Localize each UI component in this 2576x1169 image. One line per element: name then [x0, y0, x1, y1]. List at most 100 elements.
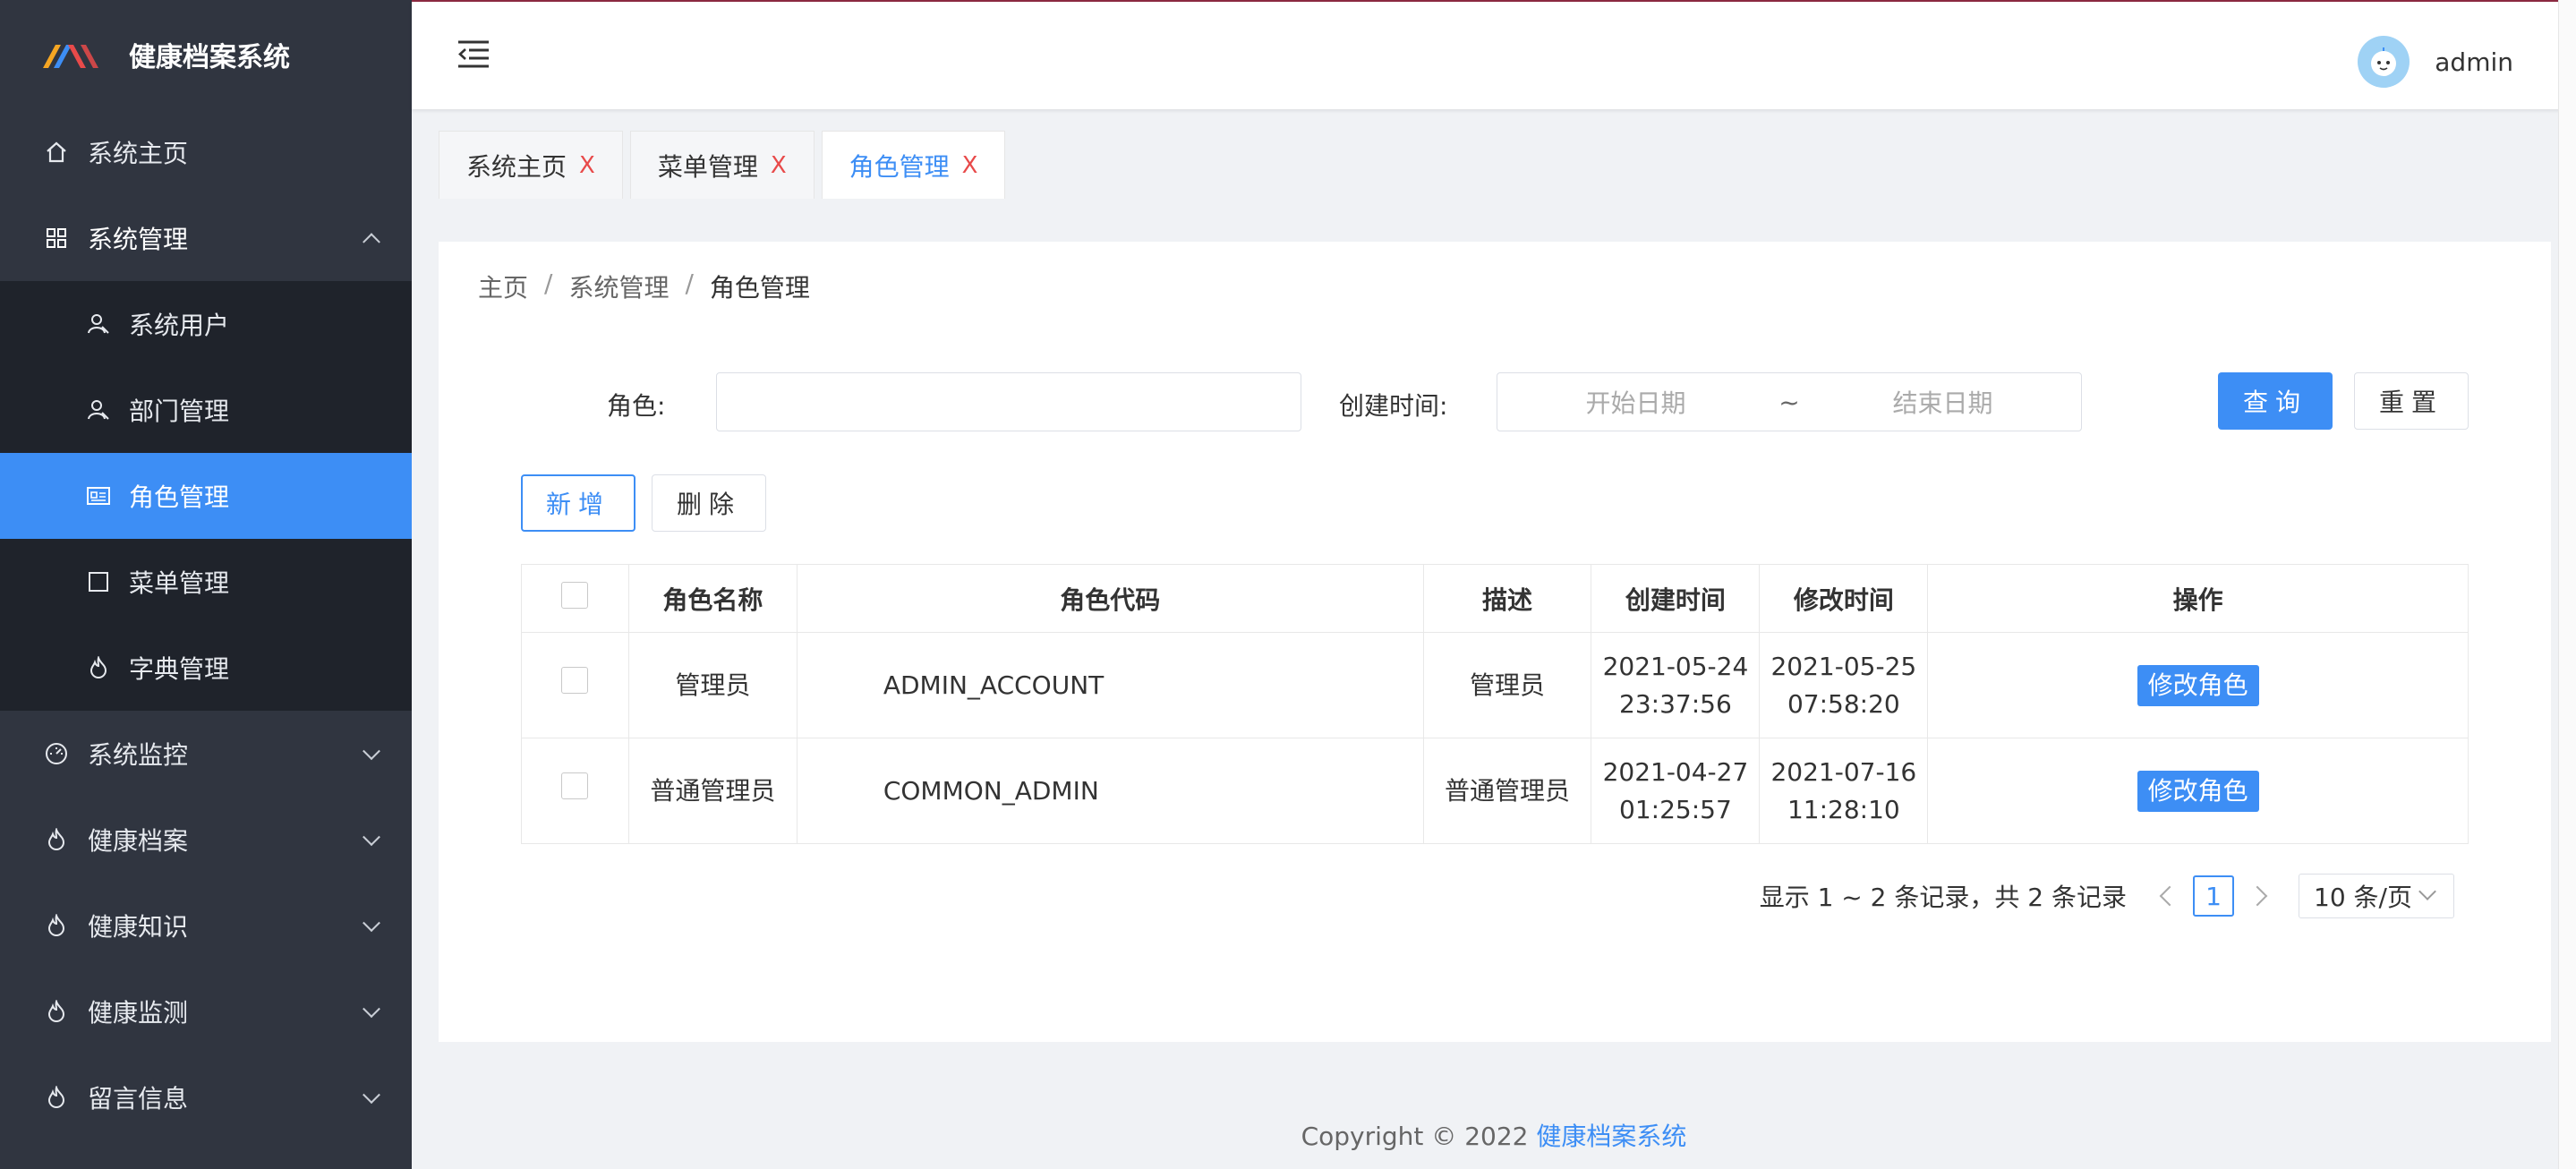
flame-icon: [43, 826, 70, 853]
footer: Copyright © 2022 健康档案系统: [412, 1117, 2576, 1153]
sidebar-item-system-management[interactable]: 系统管理: [0, 195, 412, 281]
column-header: 角色名称: [627, 564, 798, 633]
footer-brand-link[interactable]: 健康档案系统: [1536, 1122, 1686, 1151]
flame-icon: [43, 912, 70, 939]
row-checkbox[interactable]: [561, 772, 589, 799]
close-icon[interactable]: X: [771, 152, 787, 179]
role-input[interactable]: [716, 372, 1301, 431]
breadcrumb-home[interactable]: 主页: [478, 269, 528, 304]
collapse-menu-icon[interactable]: [456, 39, 490, 70]
avatar[interactable]: [2358, 36, 2410, 88]
sidebar-item-label: 系统监控: [88, 740, 189, 770]
sidebar-item-health-knowledge[interactable]: 健康知识: [0, 883, 412, 968]
role-code-cell: ADMIN_ACCOUNT: [796, 632, 1424, 738]
flame-icon: [86, 655, 111, 680]
tab-roles[interactable]: 角色管理 X: [821, 131, 1006, 199]
tab-label: 菜单管理: [657, 151, 758, 182]
role-code-cell: COMMON_ADMIN: [796, 738, 1424, 844]
page-size-value: 10 条/页: [2314, 883, 2412, 912]
main-card: 主页 / 系统管理 / 角色管理 角色: 创建时间: 开始日期 ~ 结束日期 查…: [439, 242, 2551, 1042]
sidebar-item-departments[interactable]: 部门管理: [0, 367, 412, 453]
chevron-left-icon[interactable]: [2159, 885, 2180, 907]
chevron-down-icon: [363, 1000, 380, 1019]
role-name-cell: 管理员: [627, 632, 798, 738]
tab-menus[interactable]: 菜单管理 X: [629, 131, 815, 199]
close-icon[interactable]: X: [962, 152, 978, 179]
start-date-input[interactable]: 开始日期: [1497, 384, 1774, 420]
modified-time-cell: 2021-07-16 11:28:10: [1759, 738, 1929, 844]
breadcrumb-parent[interactable]: 系统管理: [568, 269, 669, 304]
sidebar-item-label: 健康监测: [88, 998, 189, 1028]
logo-area[interactable]: 健康档案系统: [0, 0, 412, 109]
sidebar-item-monitoring[interactable]: 系统监控: [0, 711, 412, 797]
sidebar-item-health-monitoring[interactable]: 健康监测: [0, 968, 412, 1054]
sidebar: 健康档案系统 系统主页 系统管理 系统用户 部门管理 角色管理 菜单管理 字典管…: [0, 0, 412, 1169]
action-cell: 修改角色: [1927, 738, 2469, 844]
breadcrumb-current: 角色管理: [709, 273, 810, 303]
sidebar-item-menus[interactable]: 菜单管理: [0, 539, 412, 625]
app-title: 健康档案系统: [129, 42, 290, 73]
user-icon: [86, 397, 111, 422]
edit-role-button[interactable]: 修改角色: [2137, 770, 2259, 812]
table-row: 管理员 ADMIN_ACCOUNT 管理员 2021-05-24 23:37:5…: [521, 632, 2469, 738]
tab-label: 系统主页: [466, 151, 567, 182]
row-checkbox[interactable]: [561, 666, 589, 694]
sidebar-item-roles[interactable]: 角色管理: [0, 453, 412, 539]
chevron-up-icon: [363, 233, 380, 252]
table-header-row: 角色名称 角色代码 描述 创建时间 修改时间 操作: [521, 564, 2469, 633]
chevron-down-icon: [363, 828, 380, 847]
breadcrumb-separator: /: [685, 269, 694, 298]
role-name-cell: 普通管理员: [627, 738, 798, 844]
top-header: admin: [412, 0, 2576, 109]
add-button[interactable]: 新增: [521, 474, 635, 532]
pagination-summary: 显示 1 ~ 2 条记录，共 2 条记录: [1759, 883, 2127, 912]
page-size-select[interactable]: 10 条/页: [2299, 874, 2454, 918]
query-button[interactable]: 查询: [2218, 372, 2333, 430]
user-icon: [86, 311, 111, 337]
chevron-down-icon: [363, 742, 380, 761]
tab-bar: 系统主页 X 菜单管理 X 角色管理 X: [439, 131, 1012, 199]
grid-icon: [43, 225, 70, 252]
sidebar-item-system-users[interactable]: 系统用户: [0, 281, 412, 367]
date-range-picker[interactable]: 开始日期 ~ 结束日期: [1497, 372, 2082, 431]
edit-role-button[interactable]: 修改角色: [2137, 664, 2259, 706]
role-desc-cell: 管理员: [1422, 632, 1592, 738]
flame-icon: [43, 1084, 70, 1111]
sidebar-item-health-records[interactable]: 健康档案: [0, 797, 412, 883]
reset-button[interactable]: 重置: [2354, 372, 2469, 430]
column-header: 描述: [1422, 564, 1592, 633]
column-header: 修改时间: [1759, 564, 1929, 633]
chevron-down-icon: [2418, 883, 2436, 900]
home-icon: [43, 139, 70, 166]
breadcrumb-separator: /: [544, 269, 553, 298]
select-all-checkbox[interactable]: [561, 582, 589, 609]
sidebar-item-label: 健康知识: [88, 912, 189, 942]
close-icon[interactable]: X: [579, 152, 595, 179]
chevron-right-icon[interactable]: [2247, 885, 2268, 907]
row-select-cell: [521, 632, 629, 738]
sidebar-item-label: 菜单管理: [129, 568, 230, 598]
page-scrollbar[interactable]: [2558, 0, 2576, 1169]
sidebar-item-dictionary[interactable]: 字典管理: [0, 625, 412, 711]
role-desc-cell: 普通管理员: [1422, 738, 1592, 844]
id-card-icon: [86, 483, 111, 508]
table-row: 普通管理员 COMMON_ADMIN 普通管理员 2021-04-27 01:2…: [521, 738, 2469, 844]
column-header: 操作: [1927, 564, 2469, 633]
sidebar-item-label: 系统用户: [129, 311, 230, 340]
tab-label: 角色管理: [849, 151, 950, 182]
delete-button[interactable]: 删除: [652, 474, 766, 532]
flame-icon: [43, 998, 70, 1025]
sidebar-item-label: 字典管理: [129, 654, 230, 684]
user-menu[interactable]: admin: [2358, 36, 2513, 88]
username[interactable]: admin: [2435, 47, 2513, 77]
page-number-button[interactable]: 1: [2193, 875, 2234, 917]
sidebar-item-label: 角色管理: [129, 482, 230, 512]
sidebar-item-home[interactable]: 系统主页: [0, 109, 412, 195]
submenu-system-management: 系统用户 部门管理 角色管理 菜单管理 字典管理: [0, 281, 412, 711]
chevron-down-icon: [363, 1086, 380, 1105]
tab-home[interactable]: 系统主页 X: [439, 131, 623, 199]
end-date-input[interactable]: 结束日期: [1804, 384, 2081, 420]
sidebar-item-label: 部门管理: [129, 397, 230, 426]
breadcrumb: 主页 / 系统管理 / 角色管理: [478, 269, 810, 304]
sidebar-item-messages[interactable]: 留言信息: [0, 1054, 412, 1140]
